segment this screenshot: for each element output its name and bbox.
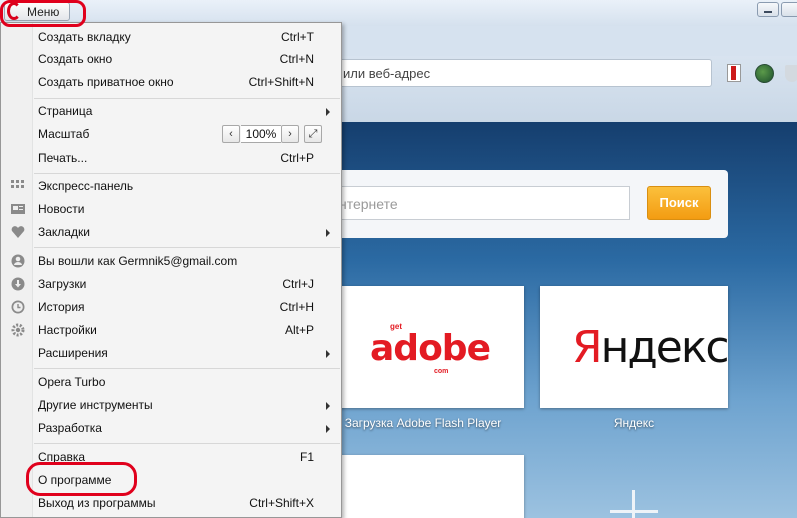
menu-item-label: Создать окно [38, 52, 113, 66]
gear-icon [11, 323, 25, 337]
shield-icon[interactable] [785, 65, 797, 82]
menu-item-bookmarks[interactable]: Закладки [1, 221, 341, 243]
adobe-logo: adobe [370, 328, 491, 369]
menu-item-label: Создать вкладку [38, 30, 131, 44]
menu-item-label: Создать приватное окно [38, 75, 174, 89]
menu-item-developer[interactable]: Разработка [1, 417, 341, 439]
menu-item-speed-dial[interactable]: Экспресс-панель [1, 175, 341, 197]
menu-item-shortcut: Alt+P [284, 323, 314, 337]
menu-item-other-tools[interactable]: Другие инструменты [1, 394, 341, 416]
menu-item-label: Масштаб [38, 127, 90, 141]
address-bar[interactable]: или веб-адрес [320, 59, 712, 87]
maximize-button[interactable] [781, 2, 797, 17]
menu-item-label: Печать... [38, 151, 88, 165]
globe-icon[interactable] [755, 64, 774, 83]
menu-item-shortcut: F1 [299, 450, 314, 464]
speed-dial-caption-adobe[interactable]: Загрузка Adobe Flash Player [322, 416, 524, 430]
menu-item-extensions[interactable]: Расширения [1, 342, 341, 364]
submenu-arrow-icon [326, 229, 330, 237]
menu-item-shortcut: Ctrl+H [279, 300, 314, 314]
submenu-arrow-icon [326, 108, 330, 116]
menu-separator [34, 443, 340, 444]
zoom-in-button[interactable]: › [281, 125, 299, 143]
menu-item-shortcut: Ctrl+N [279, 52, 314, 66]
menu-item-page[interactable]: Страница [1, 100, 341, 122]
menu-item-label: Выход из программы [38, 496, 156, 510]
menu-item-label: Страница [38, 104, 93, 118]
annotation-highlight-about [26, 462, 137, 496]
menu-item-label: Разработка [38, 421, 102, 435]
add-tile-plus-icon[interactable] [610, 490, 660, 518]
zoom-out-button[interactable]: ‹ [222, 125, 240, 143]
menu-item-shortcut: Ctrl+Shift+N [248, 75, 314, 89]
speed-dial-caption-yandex[interactable]: Яндекс [540, 416, 728, 430]
news-icon [11, 202, 25, 216]
menu-item-news[interactable]: Новости [1, 198, 341, 220]
download-icon [11, 277, 25, 291]
menu-item-zoom: Масштаб ‹ 100% › ⤢ [1, 123, 341, 145]
menu-item-label: Загрузки [38, 277, 87, 291]
menu-item-label: История [38, 300, 85, 314]
menu-item-new-tab[interactable]: Создать вкладку Ctrl+T [1, 26, 341, 48]
submenu-arrow-icon [326, 350, 330, 358]
annotation-highlight-menu [0, 0, 86, 27]
menu-item-label: Другие инструменты [38, 398, 153, 412]
menu-item-shortcut: Ctrl+J [282, 277, 314, 291]
menu-item-label: Закладки [38, 225, 90, 239]
user-icon [11, 254, 25, 268]
main-menu: Создать вкладку Ctrl+T Создать окно Ctrl… [0, 22, 342, 518]
menu-separator [34, 368, 340, 369]
minimize-button[interactable] [757, 2, 779, 17]
search-button[interactable]: Поиск [647, 186, 711, 220]
heart-icon [11, 225, 25, 239]
search-input[interactable]: нтернете [322, 186, 630, 220]
menu-separator [34, 98, 340, 99]
speed-dial-tile-yandex[interactable]: Яндекс [540, 286, 730, 408]
menu-separator [34, 247, 340, 248]
zoom-level: 100% [241, 125, 281, 143]
speed-dial-tile-empty[interactable] [322, 455, 524, 518]
submenu-arrow-icon [326, 425, 330, 433]
menu-item-downloads[interactable]: Загрузки Ctrl+J [1, 273, 341, 295]
menu-item-label: Расширения [38, 346, 108, 360]
menu-item-label: Новости [38, 202, 85, 216]
menu-item-print[interactable]: Печать... Ctrl+P [1, 147, 341, 169]
menu-item-label: Вы вошли как Germnik5@gmail.com [38, 254, 238, 268]
bookmark-icon[interactable] [727, 64, 741, 82]
menu-item-new-window[interactable]: Создать окно Ctrl+N [1, 48, 341, 70]
search-placeholder: нтернете [339, 196, 398, 212]
address-bar-text: или веб-адрес [343, 66, 431, 81]
menu-item-shortcut: Ctrl+P [280, 151, 314, 165]
menu-item-label: Экспресс-панель [38, 179, 134, 193]
menu-item-shortcut: Ctrl+T [281, 30, 314, 44]
menu-item-label: Opera Turbo [38, 375, 106, 389]
menu-item-new-private-window[interactable]: Создать приватное окно Ctrl+Shift+N [1, 71, 341, 93]
menu-item-signed-in[interactable]: Вы вошли как Germnik5@gmail.com [1, 250, 341, 272]
speed-dial-tile-adobe[interactable]: get adobe com [322, 286, 524, 408]
adobe-logo-suffix: com [434, 368, 449, 375]
menu-item-shortcut: Ctrl+Shift+X [249, 496, 314, 510]
menu-item-opera-turbo[interactable]: Opera Turbo [1, 371, 341, 393]
clock-icon [11, 300, 25, 314]
menu-item-history[interactable]: История Ctrl+H [1, 296, 341, 318]
grid-icon [11, 179, 25, 193]
fullscreen-icon[interactable]: ⤢ [304, 125, 322, 143]
menu-item-label: Настройки [38, 323, 97, 337]
menu-item-settings[interactable]: Настройки Alt+P [1, 319, 341, 341]
yandex-logo: Яндекс [572, 322, 730, 373]
menu-separator [34, 173, 340, 174]
submenu-arrow-icon [326, 402, 330, 410]
search-panel: нтернете Поиск [322, 170, 728, 238]
